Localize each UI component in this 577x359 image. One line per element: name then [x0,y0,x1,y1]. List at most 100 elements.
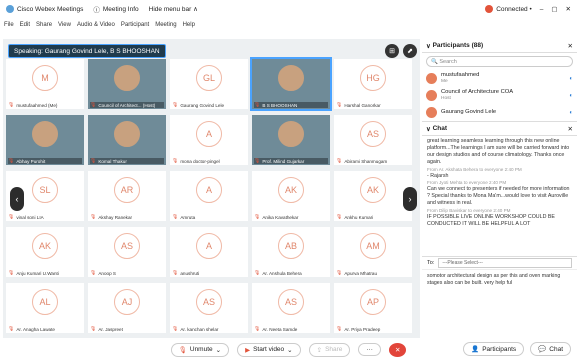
participant-tile[interactable]: 🎙 B S BHOOSHAN [250,57,332,111]
mic-muted-icon: 🎙 [172,270,179,276]
mic-muted-icon: 🎙 [8,326,15,332]
close-button[interactable]: ✕ [566,5,571,13]
menu-item[interactable]: View [58,22,71,28]
participant-row[interactable]: mustufaahmed Me ◐ [422,70,577,87]
minimize-button[interactable]: – [540,6,544,13]
maximize-button[interactable]: ▢ [551,5,557,13]
view-button[interactable]: ⬈ [403,44,417,58]
participant-search-input[interactable]: 🔍 Search [426,56,573,67]
chat-button[interactable]: 💬 Chat [530,342,571,356]
participant-tile[interactable]: GL 🎙 Gaurang Govind Lele [170,59,248,109]
close-participants-icon[interactable]: ✕ [568,42,573,50]
mic-muted-icon: 🎙 [254,326,261,332]
tile-name: 🎙 vinal soni LIA [8,214,44,220]
collapse-icon[interactable]: ∨ [426,42,433,50]
share-button[interactable]: ⇪ Share [308,342,351,357]
unmute-button[interactable]: 🎙 Unmute ⌄ [170,342,230,357]
mic-muted-icon: 🎙 [172,214,179,220]
participant-tile[interactable]: AM 🎙 Apurva Mhatrau [334,227,412,277]
layout-button[interactable]: ⊞ [385,44,399,58]
menu-item[interactable]: Edit [20,22,30,28]
chat-input[interactable]: somotor architectural design as per this… [422,269,577,303]
recipient-select[interactable]: ---Please Select--- [438,258,572,268]
chat-header[interactable]: ∨ Chat ✕ [422,122,577,136]
participant-tile[interactable]: AK 🎙 Anika Kavathekar [252,171,330,221]
participant-tile[interactable]: 🎙 Council of Architect... (Host) [88,59,166,109]
tile-name: 🎙 Abhay Purohit [8,158,82,164]
participant-tile[interactable]: AS 🎙 Anoop S [88,227,166,277]
participant-tile[interactable]: AK 🎙 Anju Kumari U.Wanti [6,227,84,277]
participant-row[interactable]: Council of Architecture COA Host ◐ [422,87,577,104]
tile-name: 🎙 Harshal Ganorkar [336,102,381,108]
menu-item[interactable]: Share [36,22,52,28]
connection-status[interactable]: Connected • [485,5,532,13]
participant-tile[interactable]: 🎙 Prof. Milind Gujarkar [252,115,330,165]
connection-icon [485,5,494,13]
collapse-icon[interactable]: ∨ [426,125,433,133]
participant-tile[interactable]: AL 🎙 Ar. Anagha Lawate [6,283,84,333]
menu-item[interactable]: Audio & Video [77,22,115,28]
chat-message: great learning seamless learning through… [427,138,570,166]
participant-tile[interactable]: AB 🎙 Ar. Anshula Behera [252,227,330,277]
participant-name: mustufaahmed Me [441,72,480,85]
participant-tile[interactable]: A 🎙 anushruti [170,227,248,277]
mic-muted-icon: 🎙 [90,326,97,332]
participant-row[interactable]: Gaurang Govind Lele ◐ [422,104,577,121]
participant-tile[interactable]: HG 🎙 Harshal Ganorkar [334,59,412,109]
app-title: Cisco Webex Meetings [6,5,83,13]
hide-menu-bar-button[interactable]: Hide menu bar ∧ [149,5,198,13]
participant-name: Council of Architecture COA Host [441,89,514,102]
participant-tile[interactable]: A 🎙 mona doctor-pingel [170,115,248,165]
avatar: AS [360,121,386,147]
video-feed [32,121,58,147]
menu-item[interactable]: Participant [121,22,149,28]
leave-meeting-button[interactable]: ✕ [388,342,407,357]
people-icon: 👤 [471,346,480,353]
mic-muted-icon: 🎙 [172,326,179,332]
avatar [426,107,437,118]
participant-tile[interactable]: 🎙 Komal Thakur [88,115,166,165]
chevron-down-icon: ⌄ [215,346,222,354]
menu-item[interactable]: Meeting [155,22,176,28]
participant-tile[interactable]: AR 🎙 Akshay Ranekar [88,171,166,221]
tile-name: 🎙 Ar. kanchan shelar [172,326,219,332]
chat-section: ∨ Chat ✕ great learning seamless learnin… [422,121,577,303]
participant-tile[interactable]: A 🎙 Amruta [170,171,248,221]
video-icon: ◐ [569,92,573,99]
participant-tile[interactable]: 🎙 Abhay Purohit [6,115,84,165]
mic-muted-icon: 🎙 [8,270,15,276]
avatar [426,90,437,101]
participant-tile[interactable]: AS 🎙 Ar. Neeta Samde [252,283,330,333]
participant-tile[interactable]: AP 🎙 Ar. Priya Pradeep [334,283,412,333]
participant-tile[interactable]: AS 🎙 Ar. kanchan shelar [170,283,248,333]
mic-muted-icon: 🎙 [172,158,179,164]
participant-tile[interactable]: AK 🎙 Ankhu Kumari [334,171,412,221]
menu-item[interactable]: Help [183,22,195,28]
meeting-info-button[interactable]: ⓘ Meeting Info [93,4,138,15]
participant-tile[interactable]: AJ 🎙 Ar. Jaspreet [88,283,166,333]
previous-page-arrow[interactable]: ‹ [10,187,24,211]
avatar [426,73,437,84]
tile-name: 🎙 Abirami Shanmugam [336,158,388,164]
chat-icon: 💬 [538,346,547,353]
participants-button[interactable]: 👤 Participants [463,342,525,356]
participant-tile[interactable]: M 🎙 mustufaahmed (Me) [6,59,84,109]
mic-muted-icon: 🎙 [336,270,343,276]
mic-muted-icon: 🎙 [254,102,261,108]
menu-item[interactable]: File [4,22,14,28]
mic-muted-icon: 🎙 [172,102,179,108]
participants-header[interactable]: ∨ Participants (88) ✕ [422,39,577,53]
close-chat-icon[interactable]: ✕ [568,125,573,133]
avatar: AM [360,233,386,259]
avatar: A [196,177,222,203]
start-video-button[interactable]: ▶ Start video ⌄ [237,342,301,357]
mic-muted-icon: 🎙 [90,102,97,108]
active-speaker-label: Speaking: Gaurang Govind Lele, B S BHOOS… [8,44,166,58]
participant-name: Gaurang Govind Lele [441,109,497,116]
next-page-arrow[interactable]: › [403,187,417,211]
more-options-button[interactable]: ··· [358,343,381,356]
avatar: A [196,233,222,259]
tile-name: 🎙 Prof. Milind Gujarkar [254,158,328,164]
chat-recipient: To: ---Please Select--- [422,256,577,269]
participant-tile[interactable]: AS 🎙 Abirami Shanmugam [334,115,412,165]
